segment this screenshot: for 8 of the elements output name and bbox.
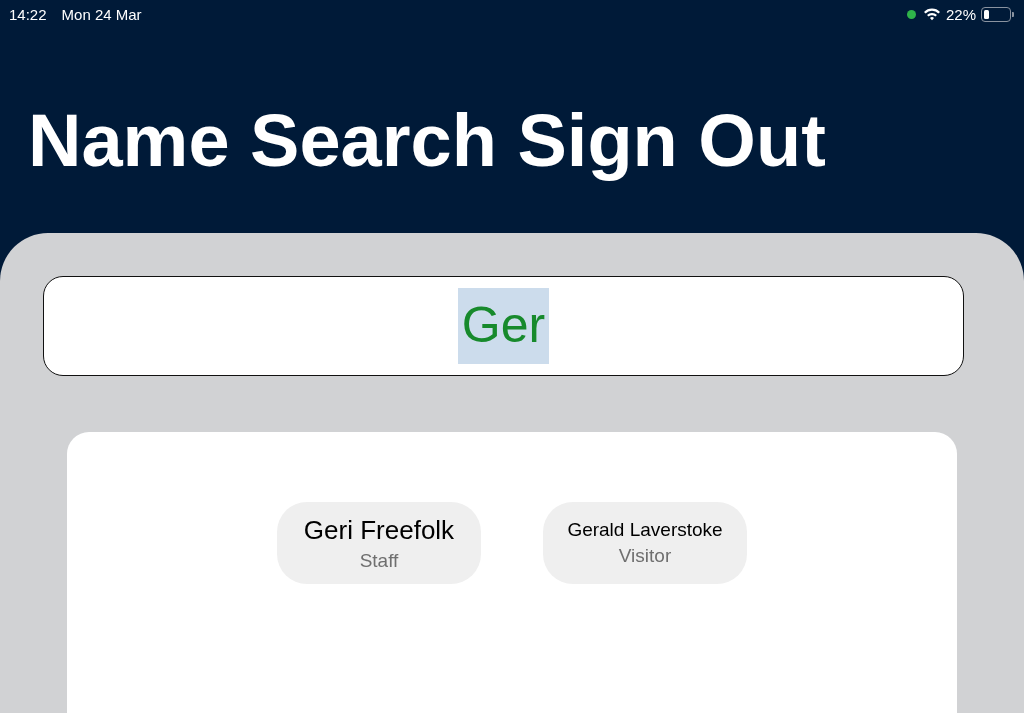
- page-title: Name Search Sign Out: [27, 98, 827, 184]
- battery-percent: 22%: [945, 5, 976, 23]
- person-button[interactable]: Gerald Laverstoke Visitor: [543, 502, 747, 584]
- person-button[interactable]: Geri Freefolk Staff: [277, 502, 481, 584]
- battery-icon: [981, 6, 1011, 22]
- status-time: 14:22: [9, 5, 47, 23]
- wifi-icon: [922, 7, 941, 21]
- status-date: Mon 24 Mar: [61, 5, 142, 23]
